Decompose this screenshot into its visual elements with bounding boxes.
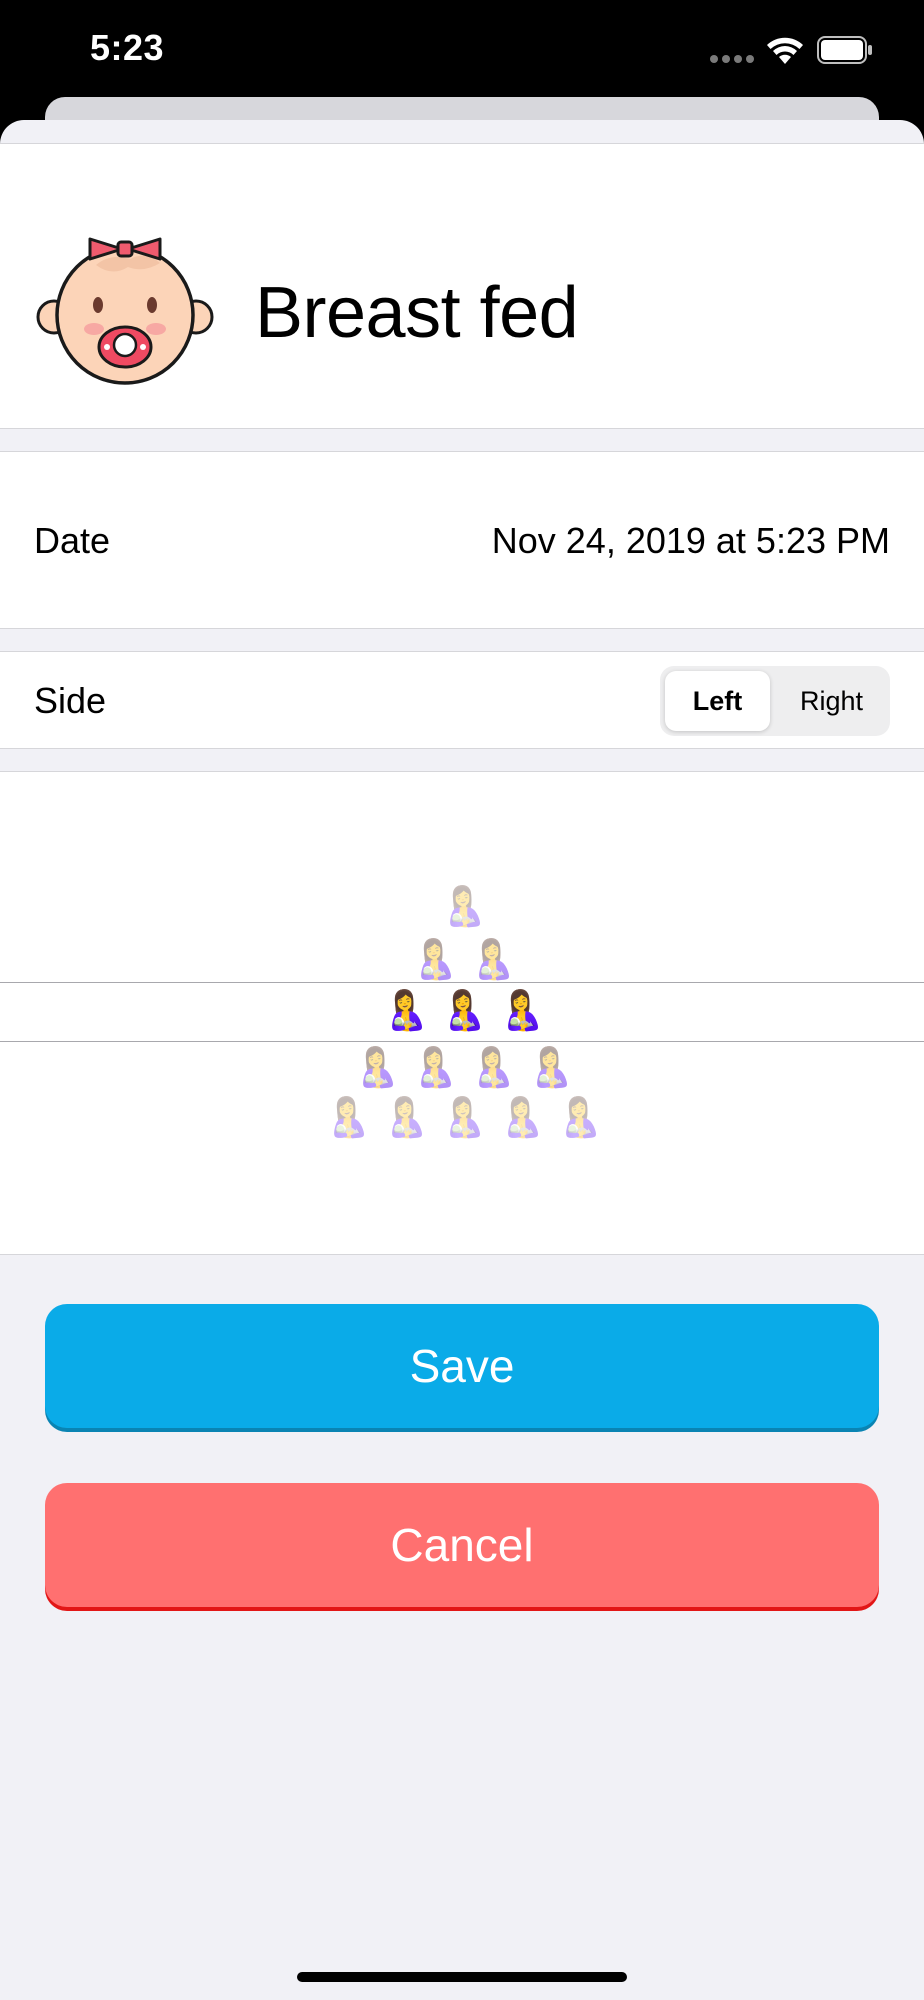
segment-left[interactable]: Left — [665, 671, 770, 731]
breastfeeding-emoji-icon: 🤱 — [440, 884, 488, 928]
breastfeeding-emoji-icon: 🤱 — [498, 988, 546, 1032]
status-bar: 5:23 — [0, 0, 924, 100]
picker-row[interactable]: 🤱 — [0, 887, 924, 925]
modal-sheet: Breast fed Date Nov 24, 2019 at 5:23 PM … — [0, 120, 924, 2000]
date-value[interactable]: Nov 24, 2019 at 5:23 PM — [492, 520, 890, 562]
page-title: Breast fed — [255, 273, 579, 353]
breastfeeding-emoji-icon: 🤱 — [382, 1095, 430, 1139]
date-label: Date — [34, 520, 111, 561]
amount-picker[interactable]: 🤱 🤱 🤱 🤱 🤱 🤱 🤱 🤱 🤱 🤱 🤱 🤱 🤱 🤱 🤱 — [0, 771, 924, 1255]
baby-face-icon — [36, 237, 214, 385]
breastfeeding-emoji-icon: 🤱 — [324, 1095, 372, 1139]
picker-selection-bottom-line — [0, 1041, 924, 1042]
date-row[interactable]: Date Nov 24, 2019 at 5:23 PM — [0, 451, 924, 629]
side-row: Side Left Right — [0, 651, 924, 749]
home-indicator — [297, 1972, 627, 1982]
cancel-button[interactable]: Cancel — [45, 1483, 879, 1607]
breastfeeding-emoji-icon: 🤱 — [382, 988, 430, 1032]
side-segmented-control[interactable]: Left Right — [660, 666, 890, 736]
picker-row-selected[interactable]: 🤱 🤱 🤱 — [0, 991, 924, 1029]
breastfeeding-emoji-icon: 🤱 — [440, 1095, 488, 1139]
breastfeeding-emoji-icon: 🤱 — [411, 937, 459, 981]
picker-row[interactable]: 🤱 🤱 🤱 🤱 — [0, 1048, 924, 1086]
cellular-signal-icon — [710, 55, 754, 63]
breastfeeding-emoji-icon: 🤱 — [353, 1045, 401, 1089]
segment-right[interactable]: Right — [778, 671, 885, 731]
breastfeeding-emoji-icon: 🤱 — [469, 1045, 517, 1089]
wifi-icon — [767, 37, 803, 64]
header-card: Breast fed — [0, 143, 924, 429]
picker-row[interactable]: 🤱 🤱 🤱 🤱 🤱 — [0, 1098, 924, 1136]
picker-row[interactable]: 🤱 🤱 — [0, 940, 924, 978]
status-time: 5:23 — [90, 27, 165, 68]
breastfeeding-emoji-icon: 🤱 — [440, 988, 488, 1032]
battery-icon — [817, 36, 872, 64]
save-button[interactable]: Save — [45, 1304, 879, 1428]
breastfeeding-emoji-icon: 🤱 — [469, 937, 517, 981]
breastfeeding-emoji-icon: 🤱 — [411, 1045, 459, 1089]
picker-selection-top-line — [0, 982, 924, 983]
side-label: Side — [34, 680, 107, 721]
breastfeeding-emoji-icon: 🤱 — [556, 1095, 604, 1139]
breastfeeding-emoji-icon: 🤱 — [527, 1045, 575, 1089]
breastfeeding-emoji-icon: 🤱 — [498, 1095, 546, 1139]
